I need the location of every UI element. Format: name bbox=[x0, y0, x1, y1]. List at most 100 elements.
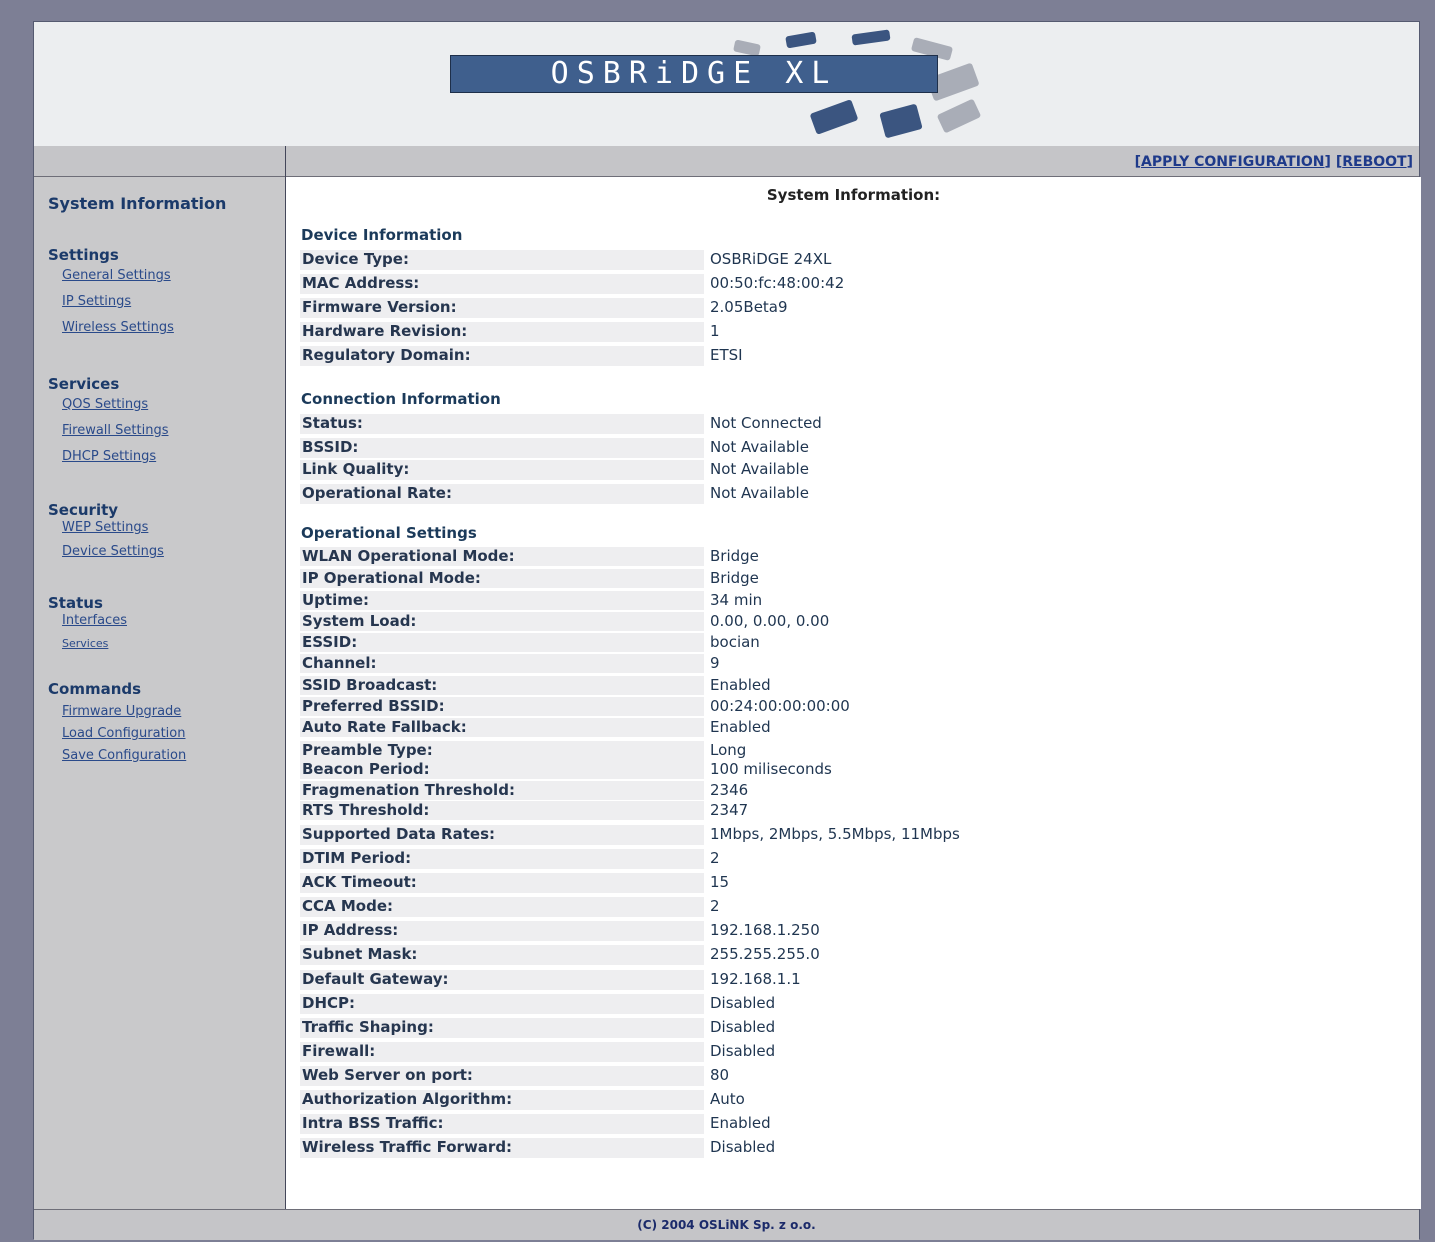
top-actions: [APPLY CONFIGURATION] [REBOOT] bbox=[1135, 154, 1413, 170]
section-device-information: Device Information bbox=[301, 226, 463, 244]
row-label: Hardware Revision: bbox=[300, 322, 704, 342]
sidebar-item-firmware-upgrade[interactable]: Firmware Upgrade bbox=[62, 704, 181, 719]
header-banner: OSBRiDGE XL bbox=[34, 22, 1419, 147]
row-value: 34 min bbox=[710, 591, 763, 609]
row-label: WLAN Operational Mode: bbox=[300, 547, 704, 566]
table-row: Preamble Type: Long bbox=[300, 741, 1290, 760]
table-row: Traffic Shaping: Disabled bbox=[300, 1018, 1290, 1038]
table-row: Firmware Version: 2.05Beta9 bbox=[300, 298, 1290, 318]
row-label: System Load: bbox=[300, 612, 704, 631]
table-row: RTS Threshold: 2347 bbox=[300, 801, 1290, 820]
row-label: Firmware Version: bbox=[300, 298, 704, 318]
sidebar-item-device-settings[interactable]: Device Settings bbox=[62, 544, 164, 559]
row-value: 100 miliseconds bbox=[710, 760, 832, 778]
table-row: WLAN Operational Mode: Bridge bbox=[300, 547, 1290, 566]
row-label: Preamble Type: bbox=[300, 741, 704, 760]
row-value: Not Available bbox=[710, 460, 809, 478]
table-row: Auto Rate Fallback: Enabled bbox=[300, 718, 1290, 737]
sidebar-item-firewall-settings[interactable]: Firewall Settings bbox=[62, 423, 168, 438]
table-row: ESSID: bocian bbox=[300, 633, 1290, 652]
sidebar-item-wireless-settings[interactable]: Wireless Settings bbox=[62, 320, 174, 335]
table-row: BSSID: Not Available bbox=[300, 438, 1290, 458]
sidebar-item-ip-settings[interactable]: IP Settings bbox=[62, 294, 131, 309]
logo-tile bbox=[809, 99, 859, 135]
row-label: Link Quality: bbox=[300, 460, 704, 480]
table-row: Wireless Traffic Forward: Disabled bbox=[300, 1138, 1290, 1158]
table-row: Uptime: 34 min bbox=[300, 591, 1290, 610]
row-value: 2.05Beta9 bbox=[710, 298, 788, 316]
table-row: SSID Broadcast: Enabled bbox=[300, 676, 1290, 695]
row-label: DTIM Period: bbox=[300, 849, 704, 869]
row-value: Disabled bbox=[710, 1018, 776, 1036]
row-label: CCA Mode: bbox=[300, 897, 704, 917]
sidebar-item-services[interactable]: Services bbox=[62, 637, 108, 650]
row-value: Enabled bbox=[710, 676, 771, 694]
table-row: ACK Timeout: 15 bbox=[300, 873, 1290, 893]
table-row: Firewall: Disabled bbox=[300, 1042, 1290, 1062]
row-value: 15 bbox=[710, 873, 730, 891]
row-label: Device Type: bbox=[300, 250, 704, 270]
row-value: Enabled bbox=[710, 718, 771, 736]
copyright-text: (C) 2004 OSLiNK Sp. z o.o. bbox=[637, 1218, 816, 1232]
row-value: Auto bbox=[710, 1090, 745, 1108]
sidebar-system-information[interactable]: System Information bbox=[48, 194, 226, 213]
row-label: Uptime: bbox=[300, 591, 704, 610]
table-row: Intra BSS Traffic: Enabled bbox=[300, 1114, 1290, 1134]
sidebar-item-save-configuration[interactable]: Save Configuration bbox=[62, 748, 186, 763]
table-row: Regulatory Domain: ETSI bbox=[300, 346, 1290, 366]
sidebar-item-dhcp-settings[interactable]: DHCP Settings bbox=[62, 449, 156, 464]
sidebar-item-qos-settings[interactable]: QOS Settings bbox=[62, 397, 148, 412]
row-value: OSBRiDGE 24XL bbox=[710, 250, 832, 268]
row-label: BSSID: bbox=[300, 438, 704, 458]
section-operational-settings: Operational Settings bbox=[301, 524, 477, 542]
sidebar-group-security: Security bbox=[48, 501, 119, 519]
row-value: Not Available bbox=[710, 484, 809, 502]
row-label: IP Address: bbox=[300, 921, 704, 941]
row-value: 2 bbox=[710, 897, 720, 915]
table-row: MAC Address: 00:50:fc:48:00:42 bbox=[300, 274, 1290, 294]
table-row: IP Address: 192.168.1.250 bbox=[300, 921, 1290, 941]
row-label: Regulatory Domain: bbox=[300, 346, 704, 366]
table-row: Subnet Mask: 255.255.255.0 bbox=[300, 945, 1290, 965]
reboot-link[interactable]: REBOOT bbox=[1342, 154, 1406, 170]
row-value: 00:24:00:00:00:00 bbox=[710, 697, 850, 715]
section-connection-information: Connection Information bbox=[301, 390, 501, 408]
row-value: Disabled bbox=[710, 994, 776, 1012]
table-row: Beacon Period: 100 miliseconds bbox=[300, 760, 1290, 779]
row-label: Supported Data Rates: bbox=[300, 825, 704, 845]
table-row: System Load: 0.00, 0.00, 0.00 bbox=[300, 612, 1290, 631]
table-row: IP Operational Mode: Bridge bbox=[300, 569, 1290, 588]
sidebar-item-load-configuration[interactable]: Load Configuration bbox=[62, 726, 185, 741]
row-value: 80 bbox=[710, 1066, 730, 1084]
sidebar-group-services: Services bbox=[48, 375, 120, 393]
row-label: Web Server on port: bbox=[300, 1066, 704, 1086]
sidebar-item-interfaces[interactable]: Interfaces bbox=[62, 613, 127, 628]
row-label: RTS Threshold: bbox=[300, 801, 704, 820]
bracket: ] bbox=[1406, 154, 1413, 170]
row-value: 2346 bbox=[710, 781, 749, 799]
table-row: Channel: 9 bbox=[300, 654, 1290, 673]
table-row: Hardware Revision: 1 bbox=[300, 322, 1290, 342]
table-row: Default Gateway: 192.168.1.1 bbox=[300, 970, 1290, 990]
main-content: System Information: Device Information D… bbox=[286, 177, 1421, 1209]
row-value: 0.00, 0.00, 0.00 bbox=[710, 612, 830, 630]
row-value: Bridge bbox=[710, 547, 759, 565]
bracket: ] bbox=[1324, 154, 1331, 170]
logo-text: OSBRiDGE XL bbox=[550, 56, 838, 91]
apply-configuration-link[interactable]: APPLY CONFIGURATION bbox=[1141, 154, 1325, 170]
row-label: Status: bbox=[300, 414, 704, 434]
table-row: Preferred BSSID: 00:24:00:00:00:00 bbox=[300, 697, 1290, 716]
sidebar-group-settings: Settings bbox=[48, 246, 119, 264]
footer: (C) 2004 OSLiNK Sp. z o.o. bbox=[34, 1209, 1419, 1240]
row-value: 255.255.255.0 bbox=[710, 945, 820, 963]
sidebar-group-commands: Commands bbox=[48, 680, 142, 698]
logo: OSBRiDGE XL bbox=[450, 55, 938, 93]
row-value: Enabled bbox=[710, 1114, 771, 1132]
row-value: Not Connected bbox=[710, 414, 822, 432]
row-label: Authorization Algorithm: bbox=[300, 1090, 704, 1110]
sidebar-item-general-settings[interactable]: General Settings bbox=[62, 268, 171, 283]
row-label: SSID Broadcast: bbox=[300, 676, 704, 695]
row-label: Preferred BSSID: bbox=[300, 697, 704, 716]
row-label: Auto Rate Fallback: bbox=[300, 718, 704, 737]
sidebar-item-wep-settings[interactable]: WEP Settings bbox=[62, 520, 148, 535]
